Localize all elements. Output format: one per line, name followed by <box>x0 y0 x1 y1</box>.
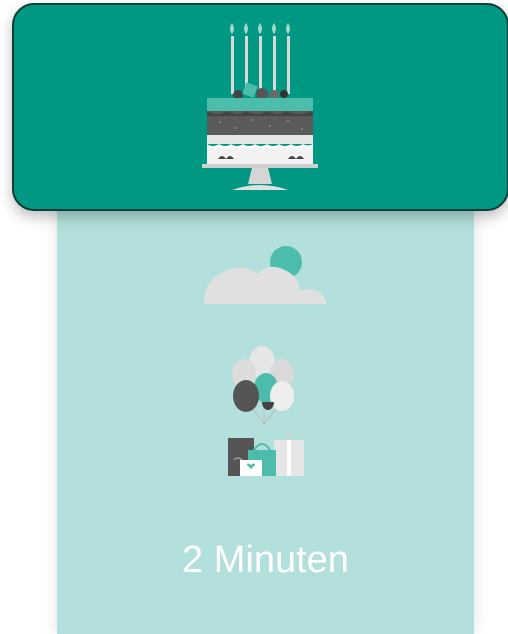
balloons-icon <box>232 346 294 425</box>
gifts-icon <box>228 433 304 476</box>
cloud-icon <box>204 246 326 304</box>
duration-label: 2 Minuten <box>182 539 349 581</box>
birthday-cake-icon <box>202 23 318 190</box>
